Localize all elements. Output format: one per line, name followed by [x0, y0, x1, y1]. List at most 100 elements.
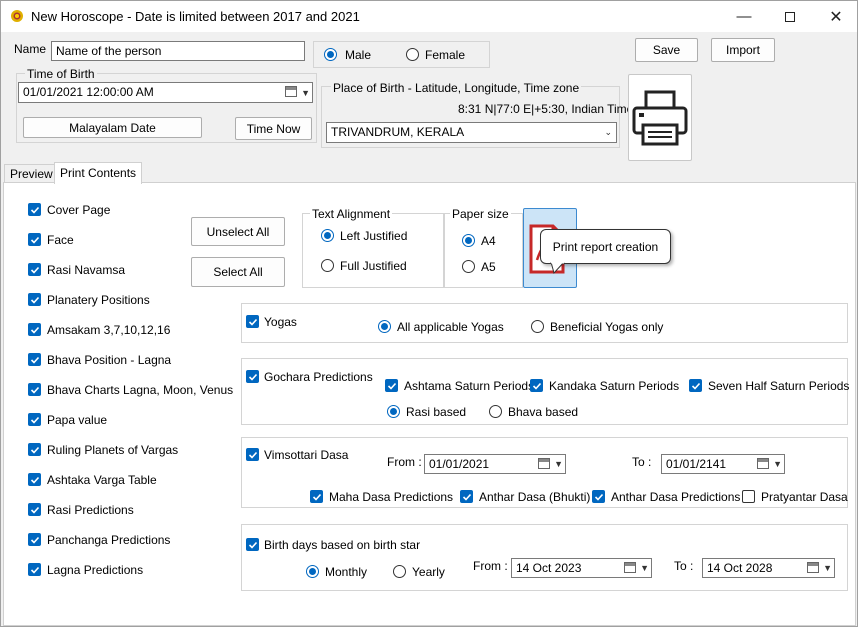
a5-label: A5 — [481, 260, 496, 274]
content-checkbox[interactable] — [28, 323, 41, 336]
yogas-checkbox[interactable] — [246, 315, 259, 328]
content-item-label: Panchanga Predictions — [47, 533, 171, 547]
name-label: Name — [14, 42, 47, 56]
tab-preview[interactable]: Preview — [4, 164, 59, 183]
birthdays-to-value: 14 Oct 2028 — [707, 561, 773, 575]
text-alignment-group — [302, 213, 444, 288]
content-item-label: Rasi Predictions — [47, 503, 134, 517]
rasi-based-label: Rasi based — [406, 405, 467, 419]
chevron-down-icon: ▼ — [301, 87, 310, 98]
minimize-icon: — — [736, 8, 752, 25]
time-of-birth-value: 01/01/2021 12:00:00 AM — [23, 85, 154, 99]
yearly-label: Yearly — [412, 565, 445, 579]
print-contents-panel: Cover Page Face Rasi Navamsa Planatery Posi… — [3, 182, 856, 626]
maximize-button[interactable] — [767, 1, 813, 32]
rasi-based-radio[interactable] — [387, 405, 400, 418]
time-of-birth-picker[interactable]: 01/01/2021 12:00:00 AM ▼ — [18, 82, 313, 103]
content-checkbox[interactable] — [28, 353, 41, 366]
gochara-checkbox[interactable] — [246, 370, 259, 383]
content-checkbox[interactable] — [28, 203, 41, 216]
chevron-down-icon: ▼ — [554, 459, 563, 469]
unselect-all-button[interactable]: Unselect All — [191, 217, 285, 246]
text-alignment-label: Text Alignment — [310, 207, 393, 221]
pratyantar-label: Pratyantar Dasa — [761, 490, 848, 504]
content-checkbox[interactable] — [28, 383, 41, 396]
place-of-birth-label: Place of Birth - Latitude, Longitude, Ti… — [331, 81, 582, 95]
place-of-birth-dropdown[interactable]: TRIVANDRUM, KERALA ⌄ — [326, 122, 617, 143]
content-checkbox[interactable] — [28, 413, 41, 426]
bhava-based-label: Bhava based — [508, 405, 579, 419]
content-item-label: Cover Page — [47, 203, 111, 217]
vimsottari-to-label: To : — [632, 455, 652, 469]
title-bar[interactable]: New Horoscope - Date is limited between … — [1, 1, 857, 32]
content-item-label: Ruling Planets of Vargas — [47, 443, 179, 457]
window-title: New Horoscope - Date is limited between … — [31, 9, 360, 24]
beneficial-yogas-label: Beneficial Yogas only — [550, 320, 664, 334]
anthar-predictions-checkbox[interactable] — [592, 490, 605, 503]
content-item-label: Papa value — [47, 413, 108, 427]
tooltip-pointer — [550, 262, 565, 274]
kandaka-label: Kandaka Saturn Periods — [549, 379, 680, 393]
calendar-icon — [757, 458, 769, 469]
printer-icon — [632, 90, 688, 145]
vimsottari-from-picker[interactable]: 01/01/2021 ▼ — [424, 454, 566, 474]
print-button[interactable] — [628, 74, 692, 161]
content-checkbox[interactable] — [28, 233, 41, 246]
pratyantar-checkbox[interactable] — [742, 490, 755, 503]
birthdays-from-picker[interactable]: 14 Oct 2023 ▼ — [511, 558, 652, 578]
content-item-label: Rasi Navamsa — [47, 263, 126, 277]
time-now-button[interactable]: Time Now — [235, 117, 312, 140]
vimsottari-from-value: 01/01/2021 — [429, 457, 490, 471]
save-button[interactable]: Save — [635, 38, 698, 62]
content-checkbox[interactable] — [28, 533, 41, 546]
content-checkbox[interactable] — [28, 443, 41, 456]
a4-radio[interactable] — [462, 234, 475, 247]
bhava-based-radio[interactable] — [489, 405, 502, 418]
all-yogas-label: All applicable Yogas — [397, 320, 504, 334]
minimize-button[interactable]: — — [721, 1, 767, 32]
paper-size-group — [444, 213, 523, 288]
female-radio[interactable] — [406, 48, 419, 61]
anthar-dasa-checkbox[interactable] — [460, 490, 473, 503]
birthdays-to-picker[interactable]: 14 Oct 2028 ▼ — [702, 558, 835, 578]
beneficial-yogas-radio[interactable] — [531, 320, 544, 333]
content-checkbox[interactable] — [28, 503, 41, 516]
app-sun-icon — [10, 9, 24, 23]
yearly-radio[interactable] — [393, 565, 406, 578]
calendar-icon — [538, 458, 550, 469]
content-checkbox[interactable] — [28, 263, 41, 276]
female-label: Female — [425, 48, 466, 62]
name-input[interactable]: Name of the person — [51, 41, 305, 61]
select-all-button[interactable]: Select All — [191, 257, 285, 287]
close-button[interactable]: ✕ — [813, 1, 857, 32]
a5-radio[interactable] — [462, 260, 475, 273]
tab-print-contents[interactable]: Print Contents — [54, 162, 143, 184]
ashtama-checkbox[interactable] — [385, 379, 398, 392]
birthdays-checkbox[interactable] — [246, 538, 259, 551]
left-justified-radio[interactable] — [321, 229, 334, 242]
malayalam-date-button[interactable]: Malayalam Date — [23, 117, 202, 138]
full-justified-radio[interactable] — [321, 259, 334, 272]
vimsottari-to-picker[interactable]: 01/01/2141 ▼ — [661, 454, 785, 474]
maha-dasa-checkbox[interactable] — [310, 490, 323, 503]
chevron-down-icon: ▼ — [640, 563, 649, 573]
yogas-label: Yogas — [264, 315, 297, 329]
birthdays-to-label: To : — [674, 559, 694, 573]
kandaka-checkbox[interactable] — [530, 379, 543, 392]
left-justified-label: Left Justified — [340, 229, 408, 243]
content-checkbox[interactable] — [28, 293, 41, 306]
vimsottari-checkbox[interactable] — [246, 448, 259, 461]
seven-half-checkbox[interactable] — [689, 379, 702, 392]
import-button[interactable]: Import — [711, 38, 775, 62]
male-radio[interactable] — [324, 48, 337, 61]
seven-half-label: Seven Half Saturn Periods — [708, 379, 850, 393]
maha-dasa-label: Maha Dasa Predictions — [329, 490, 454, 504]
all-yogas-radio[interactable] — [378, 320, 391, 333]
vimsottari-from-label: From : — [387, 455, 422, 469]
content-item-label: Lagna Predictions — [47, 563, 144, 577]
monthly-label: Monthly — [325, 565, 368, 579]
monthly-radio[interactable] — [306, 565, 319, 578]
content-item-label: Ashtaka Varga Table — [47, 473, 157, 487]
content-checkbox[interactable] — [28, 473, 41, 486]
content-checkbox[interactable] — [28, 563, 41, 576]
